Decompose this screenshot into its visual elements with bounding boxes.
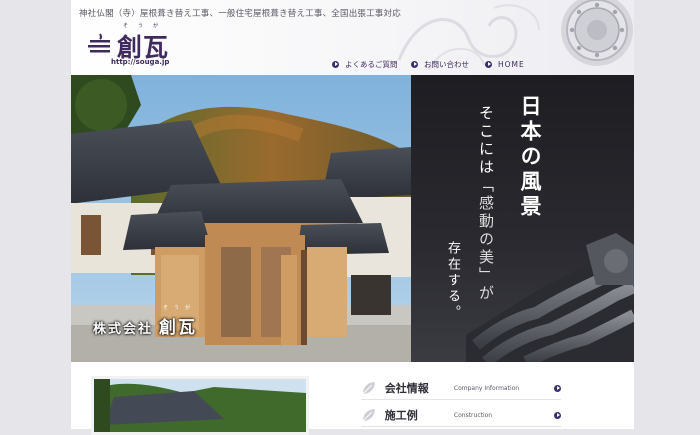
leaf-icon	[362, 382, 375, 395]
hero-copy-line1: 日本の風景	[518, 95, 543, 220]
arrow-circle-icon	[485, 60, 492, 68]
nav-contact-label: お問い合わせ	[424, 59, 469, 69]
hero-banner: そうが 株式会社 創瓦 日本の風景 そこには「感動の美」が 存在する。	[71, 75, 634, 362]
hero-copy-line2-quote: 「感動の美」が	[477, 177, 495, 303]
site-url: http://souga.jp	[111, 58, 170, 66]
hero-copy-line2-pre: そこには	[477, 105, 495, 177]
page: 神社仏閣（寺）屋根葺き替え工事、一般住宅屋根葺き替え工事、全国出張工事対応 そう…	[71, 0, 634, 435]
temple-thumbnail-photo[interactable]	[91, 376, 309, 435]
menu-company-info[interactable]: 会社情報 Company Information	[361, 377, 561, 400]
site-header: 神社仏閣（寺）屋根葺き替え工事、一般住宅屋根葺き替え工事、全国出張工事対応 そう…	[71, 0, 634, 75]
company-ruby: そうが	[163, 305, 197, 311]
company-name-overlay: 株式会社 創瓦	[93, 313, 197, 338]
header-tagline: 神社仏閣（寺）屋根葺き替え工事、一般住宅屋根葺き替え工事、全国出張工事対応	[79, 9, 401, 19]
nav-home[interactable]: HOME	[485, 58, 525, 70]
logo-mark-icon	[88, 33, 110, 53]
temple-thumbnail-image	[94, 379, 306, 432]
arrow-circle-icon	[554, 384, 561, 392]
menu-construction[interactable]: 施工例 Construction	[361, 404, 561, 427]
company-name-text: 創瓦	[159, 318, 198, 338]
menu-company-info-label: 会社情報	[384, 382, 429, 395]
nav-faq-label: よくあるご質問	[345, 59, 398, 69]
menu-company-info-en: Company Information	[453, 384, 520, 392]
arrow-circle-icon	[411, 60, 418, 68]
roof-tile-emblem-icon	[561, 0, 633, 66]
nav-contact[interactable]: お問い合わせ	[411, 58, 469, 70]
company-prefix: 株式会社	[93, 322, 154, 337]
nav-faq[interactable]: よくあるご質問	[332, 58, 398, 70]
arrow-circle-icon	[554, 411, 561, 419]
arrow-circle-icon	[332, 60, 339, 68]
nav-home-label: HOME	[498, 59, 525, 69]
menu-construction-label: 施工例	[384, 409, 418, 422]
menu-construction-en: Construction	[453, 411, 493, 419]
hero-copy-line2: そこには「感動の美」が	[476, 105, 497, 303]
hero-copy-line3: 存在する。	[445, 241, 460, 321]
leaf-icon	[362, 409, 375, 422]
